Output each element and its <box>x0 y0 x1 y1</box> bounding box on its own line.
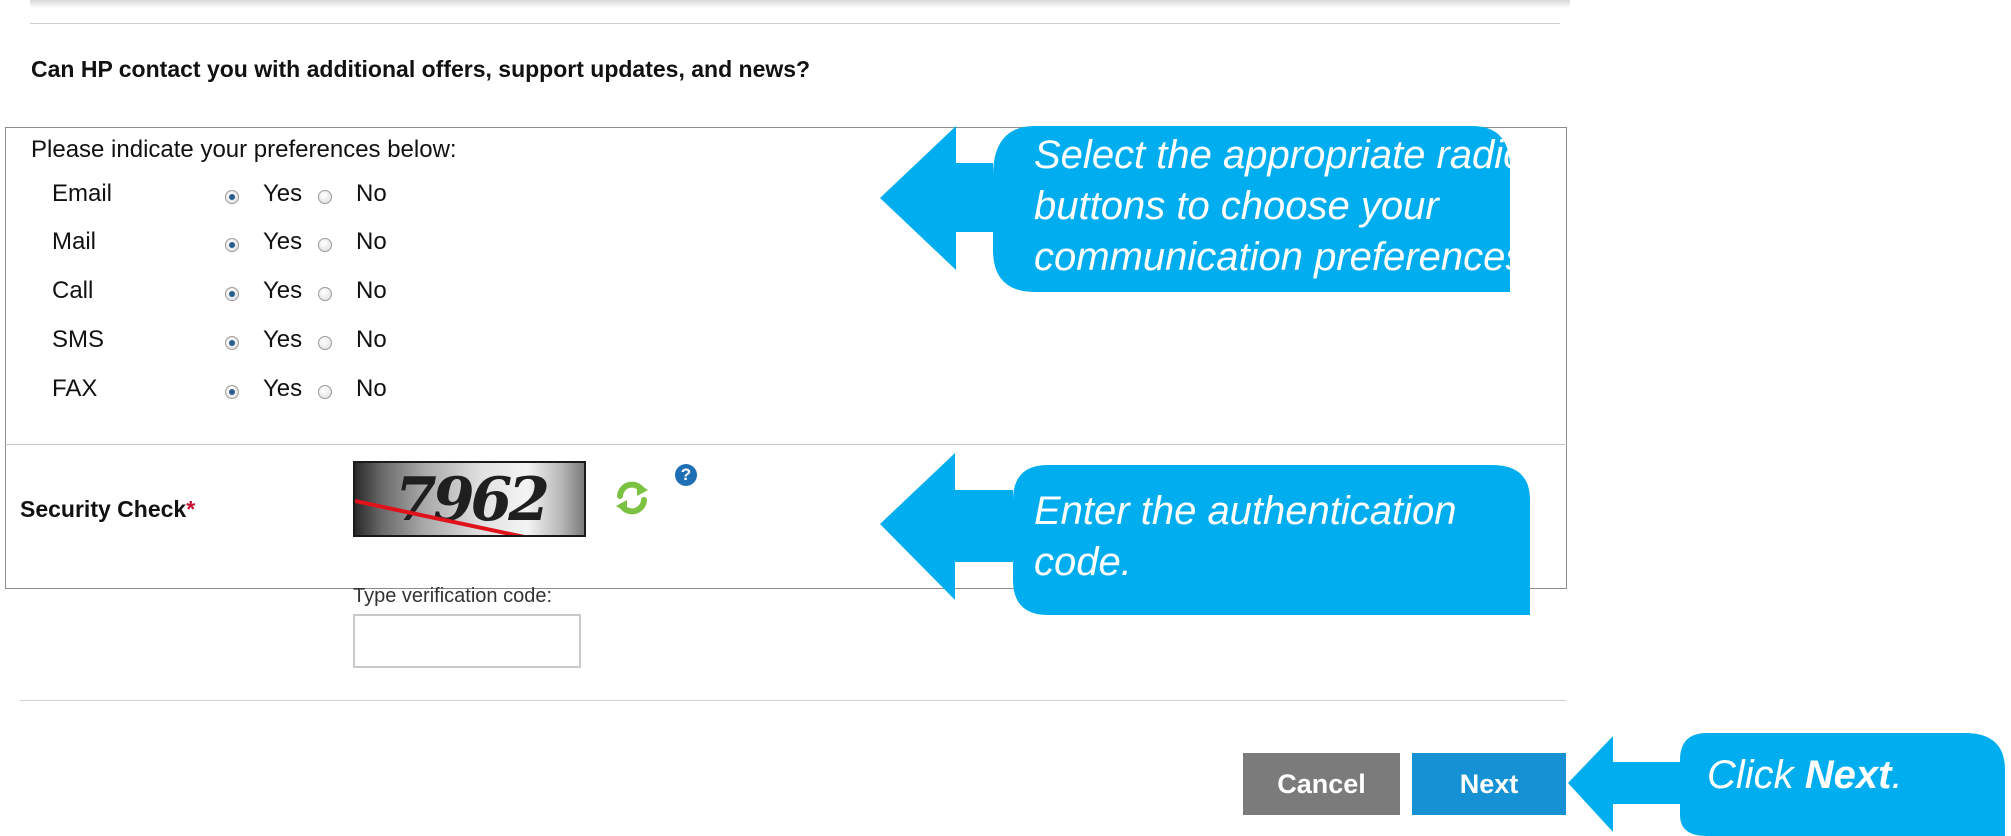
verification-code-input[interactable] <box>353 614 581 668</box>
pref-label-fax: FAX <box>52 375 98 402</box>
code-hint-callout-text: Enter the authentication code. <box>1034 489 1457 584</box>
mail-no-label[interactable]: No <box>356 228 387 256</box>
call-no-label[interactable]: No <box>356 277 387 305</box>
next-hint-callout-text: Click Next. <box>1707 750 1987 801</box>
fax-no-label[interactable]: No <box>356 375 387 403</box>
sms-yes-radio[interactable] <box>225 336 239 350</box>
question-mark-icon[interactable]: ? <box>675 464 697 486</box>
sms-yes-label[interactable]: Yes <box>263 326 302 354</box>
radio-hint-callout-text: Select the appropriate radio buttons to … <box>1034 133 1537 279</box>
call-no-radio[interactable] <box>318 287 332 301</box>
next-hint-prefix: Click <box>1707 753 1805 797</box>
email-yes-label[interactable]: Yes <box>263 180 302 208</box>
email-no-label[interactable]: No <box>356 180 387 208</box>
mail-no-radio[interactable] <box>318 238 332 252</box>
fax-no-radio[interactable] <box>318 385 332 399</box>
fax-yes-label[interactable]: Yes <box>263 375 302 403</box>
bottom-divider <box>20 700 1566 701</box>
email-no-radio[interactable] <box>318 190 332 204</box>
mail-yes-label[interactable]: Yes <box>263 228 302 256</box>
pref-label-email: Email <box>52 180 113 207</box>
security-check-text: Security Check <box>20 496 187 522</box>
mail-yes-radio[interactable] <box>225 238 239 252</box>
captcha-image: 7962 <box>353 461 586 537</box>
pref-label-mail: Mail <box>52 228 97 255</box>
required-asterisk: * <box>186 496 196 522</box>
top-divider <box>30 23 1560 24</box>
next-hint-emphasis: Next <box>1804 753 1892 797</box>
refresh-arrows-icon[interactable] <box>612 478 652 518</box>
cancel-button[interactable]: Cancel <box>1243 753 1400 815</box>
email-yes-radio[interactable] <box>225 190 239 204</box>
next-button[interactable]: Next <box>1412 753 1566 815</box>
security-check-label: Security Check* <box>20 496 195 523</box>
top-edge-shadow <box>30 0 1570 8</box>
fax-yes-radio[interactable] <box>225 385 239 399</box>
call-yes-label[interactable]: Yes <box>263 277 302 305</box>
verification-code-label: Type verification code: <box>353 585 552 607</box>
pref-label-call: Call <box>52 277 94 304</box>
preferences-intro: Please indicate your preferences below: <box>31 136 457 163</box>
call-yes-radio[interactable] <box>225 287 239 301</box>
pref-label-sms: SMS <box>52 326 105 353</box>
sms-no-radio[interactable] <box>318 336 332 350</box>
next-hint-suffix: . <box>1891 753 1903 797</box>
sms-no-label[interactable]: No <box>356 326 387 354</box>
contact-question: Can HP contact you with additional offer… <box>31 56 811 82</box>
preferences-divider <box>5 444 1567 445</box>
